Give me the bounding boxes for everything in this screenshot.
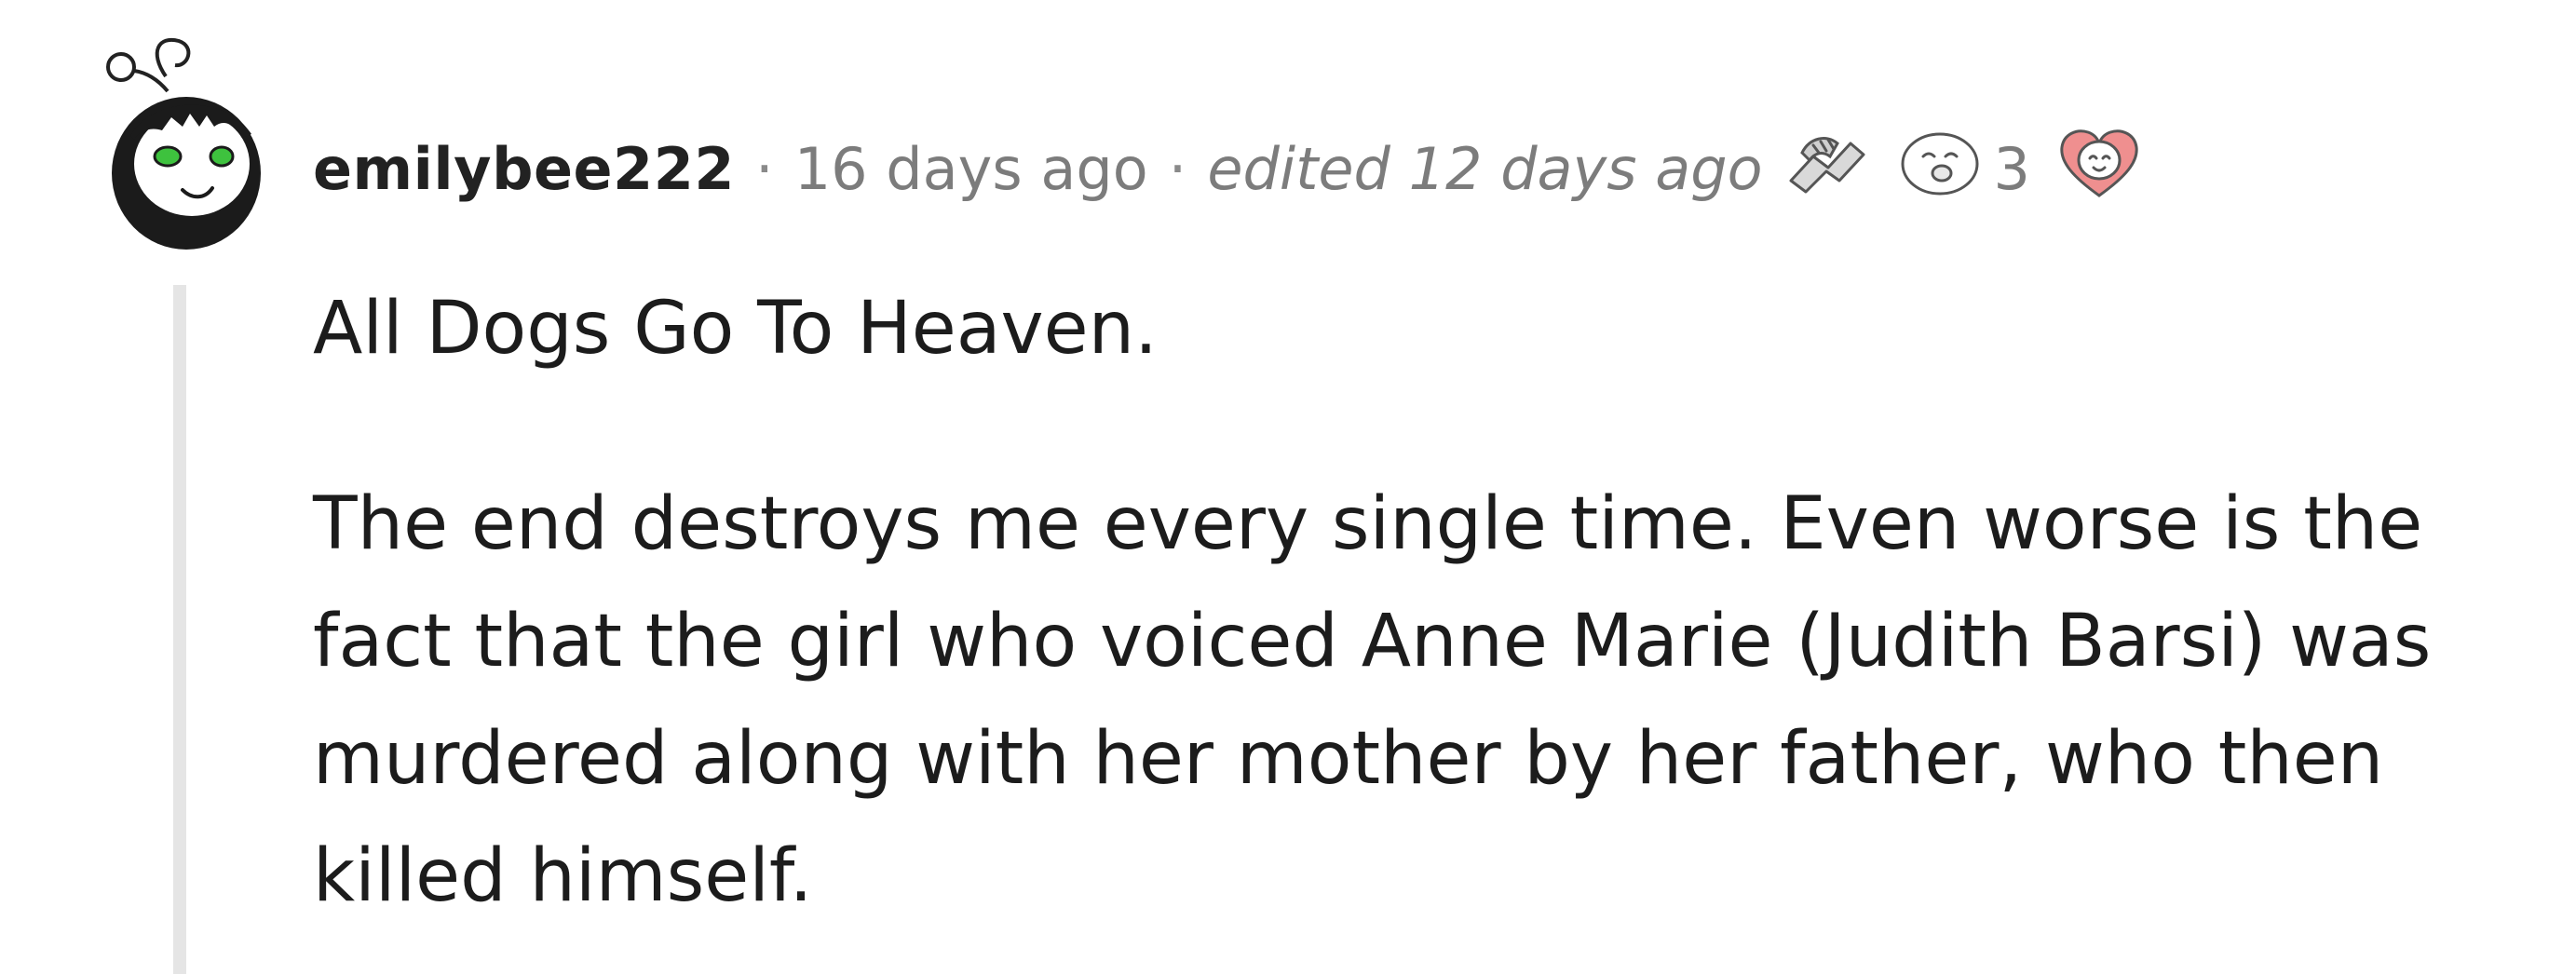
meta-separator: · <box>754 134 774 203</box>
comment-meta: emilybee222 · 16 days ago · edited 12 da… <box>313 127 2168 210</box>
timestamp[interactable]: 16 days ago <box>794 135 1148 203</box>
thread-line[interactable] <box>173 285 186 974</box>
comment-paragraph: The end destroys me every single time. E… <box>313 482 2432 918</box>
heart-face-award-icon[interactable] <box>2054 123 2144 215</box>
author-link[interactable]: emilybee222 <box>313 135 735 203</box>
avatar[interactable] <box>102 34 270 250</box>
awards[interactable]: 3 <box>1782 123 2168 215</box>
comment-body: All Dogs Go To Heaven. The end destroys … <box>313 270 2455 935</box>
award-count: 3 <box>1993 134 2030 203</box>
avatar-icon <box>106 37 261 250</box>
comment: emilybee222 · 16 days ago · edited 12 da… <box>0 0 2576 974</box>
handshake-award-icon[interactable] <box>1782 125 1871 213</box>
meta-separator: · <box>1168 134 1187 203</box>
comment-paragraph: All Dogs Go To Heaven. <box>313 287 1158 371</box>
smiling-face-award-icon[interactable] <box>1895 125 1985 213</box>
edited-timestamp: edited 12 days ago <box>1207 134 1763 203</box>
